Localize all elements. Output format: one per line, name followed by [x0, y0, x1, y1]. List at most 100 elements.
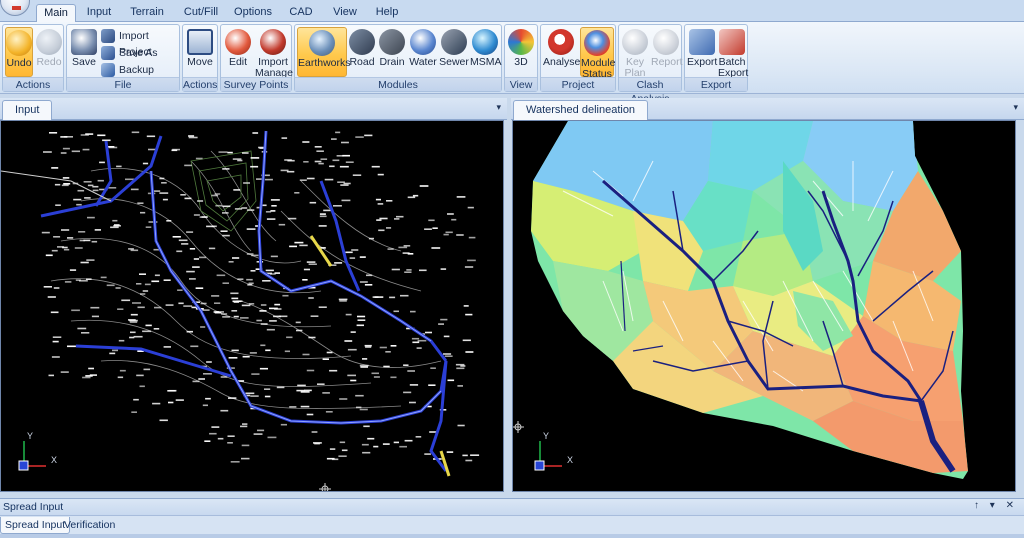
group-modules: Earthworks Road Drain Water Sewer MSMA M… [294, 24, 502, 92]
survey-point [271, 205, 277, 207]
survey-point [377, 173, 384, 176]
batch-export-button[interactable]: Batch Export [718, 27, 748, 79]
survey-point [232, 300, 241, 303]
survey-point [131, 411, 137, 413]
import-manage-button[interactable]: Import Manage [255, 27, 293, 79]
move-button[interactable]: Move [185, 27, 215, 77]
dock-title: Spread Input [3, 501, 64, 513]
dropdown-icon[interactable]: ▾ [496, 102, 501, 113]
road-button[interactable]: Road [348, 27, 376, 77]
save-as-button[interactable]: Save As [101, 45, 158, 61]
survey-point [215, 204, 222, 207]
survey-point [318, 306, 327, 308]
survey-point [457, 385, 463, 387]
redo-button[interactable]: Redo [35, 27, 63, 77]
survey-point [63, 248, 70, 251]
survey-point [86, 278, 92, 280]
3d-view-button[interactable]: 3D [507, 27, 535, 77]
survey-point [214, 302, 221, 304]
spread-input-dock-header: Spread Input ↑ ▾ ✕ [0, 498, 1024, 515]
input-panel-tab[interactable]: Input [2, 100, 53, 120]
survey-point [159, 177, 165, 180]
edit-button[interactable]: Edit [223, 27, 253, 77]
watershed-panel-header: Watershed delineation ▾ [511, 98, 1024, 120]
tab-main[interactable]: Main [36, 4, 76, 23]
survey-point [251, 373, 260, 375]
dock-controls[interactable]: ↑ ▾ ✕ [974, 500, 1018, 511]
key-plan-button[interactable]: Key Plan [621, 27, 649, 79]
status-strip [0, 534, 1024, 538]
survey-point [186, 270, 195, 273]
survey-point [334, 262, 343, 264]
tab-options[interactable]: Options [232, 4, 274, 22]
tab-view[interactable]: View [330, 4, 360, 22]
survey-point [333, 205, 342, 207]
watershed-panel-tab[interactable]: Watershed delineation [513, 100, 649, 120]
application-menu-button[interactable] [0, 0, 30, 16]
survey-point [359, 256, 366, 258]
input-viewport[interactable]: Y X [0, 120, 504, 492]
survey-point [379, 217, 388, 220]
survey-point [115, 287, 121, 289]
earthworks-button[interactable]: Earthworks [297, 27, 351, 77]
survey-point [360, 366, 368, 368]
tab-terrain[interactable]: Terrain [124, 4, 170, 22]
watershed-viewport[interactable]: Y X [512, 120, 1016, 492]
survey-point [411, 337, 420, 340]
survey-point [443, 233, 449, 236]
group-label-modules: Modules [295, 77, 501, 91]
survey-point [227, 442, 233, 444]
backup-button[interactable]: Backup [101, 62, 154, 78]
module-status-button[interactable]: Module Status [580, 27, 615, 80]
drain-button[interactable]: Drain [378, 27, 406, 77]
survey-point [306, 413, 314, 416]
group-label-file: File [67, 77, 179, 91]
survey-point [166, 220, 172, 222]
survey-point [391, 268, 400, 271]
survey-point [260, 344, 266, 347]
survey-point [341, 141, 349, 144]
survey-point [189, 248, 196, 250]
survey-point [250, 270, 256, 272]
survey-point [446, 451, 454, 453]
sewer-button[interactable]: Sewer [439, 27, 469, 77]
survey-point [266, 328, 275, 331]
survey-point [278, 223, 286, 226]
tab-cut-fill[interactable]: Cut/Fill [176, 4, 226, 22]
dropdown-icon[interactable]: ▾ [1013, 102, 1018, 113]
survey-point [265, 211, 272, 213]
survey-point [415, 436, 422, 438]
survey-point [324, 178, 334, 181]
survey-point [320, 158, 328, 160]
import-project-button[interactable]: Import Project [101, 28, 179, 58]
water-button[interactable]: Water [408, 27, 438, 77]
survey-point [318, 162, 324, 165]
save-button[interactable]: Save [69, 27, 99, 77]
export-button[interactable]: Export [687, 27, 717, 77]
survey-point [440, 318, 448, 321]
survey-point [270, 210, 276, 212]
analyse-button[interactable]: Analyse [543, 27, 580, 77]
survey-point [80, 134, 89, 136]
report-button[interactable]: Report [651, 27, 683, 77]
survey-point [247, 284, 253, 286]
survey-point [393, 310, 399, 313]
survey-point [90, 306, 100, 309]
tab-cad[interactable]: CAD [286, 4, 316, 22]
tab-help[interactable]: Help [372, 4, 402, 22]
survey-point [373, 376, 380, 378]
msma-button[interactable]: MSMA [470, 27, 502, 77]
survey-point [51, 249, 58, 252]
survey-point [201, 216, 208, 218]
survey-point [248, 282, 254, 285]
survey-point [417, 339, 427, 342]
tab-verification[interactable]: Verification [60, 517, 119, 534]
survey-point [145, 226, 152, 228]
tab-input[interactable]: Input [80, 4, 118, 22]
undo-button[interactable]: Undo [5, 27, 33, 77]
survey-point [190, 345, 199, 348]
survey-point [139, 385, 145, 388]
survey-point [332, 159, 340, 162]
survey-point [322, 392, 330, 394]
survey-point [176, 250, 183, 253]
